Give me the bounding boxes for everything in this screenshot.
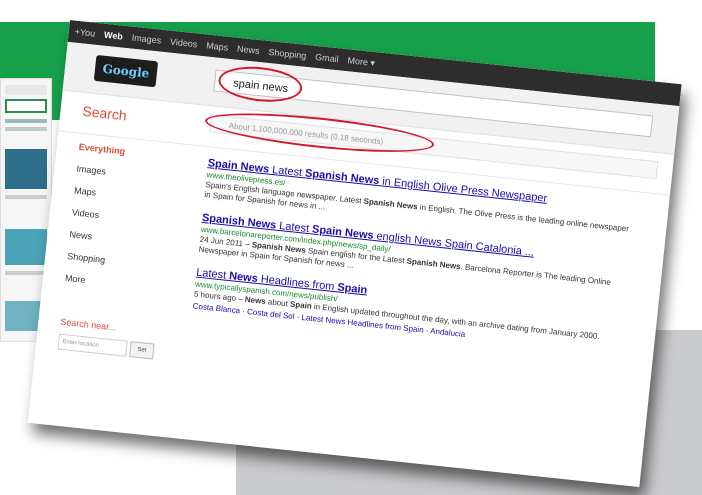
thumb-photo [5, 229, 47, 265]
thumb-line [5, 195, 47, 199]
nav-images[interactable]: Images [131, 33, 161, 46]
thumb-line [5, 119, 47, 123]
sidebar-item-videos[interactable]: Videos [71, 207, 171, 227]
nav-you[interactable]: +You [74, 27, 95, 39]
sidebar-item-maps[interactable]: Maps [74, 185, 174, 205]
thumb-banner [5, 99, 47, 113]
nav-news[interactable]: News [237, 44, 260, 56]
google-logo[interactable]: Google [93, 54, 159, 88]
nav-web[interactable]: Web [104, 30, 124, 42]
sidebar-item-everything[interactable]: Everything [78, 142, 178, 162]
nav-maps[interactable]: Maps [206, 40, 229, 52]
nav-gmail[interactable]: Gmail [315, 52, 339, 64]
set-location-button[interactable]: Set [129, 340, 155, 360]
nav-shopping[interactable]: Shopping [268, 47, 307, 61]
thumb-line [5, 127, 47, 131]
location-input[interactable]: Enter location [57, 333, 128, 357]
sidebar-item-more[interactable]: More [64, 273, 164, 293]
location-form: Enter locationSet [57, 333, 158, 361]
search-title: Search [81, 102, 128, 124]
search-sidebar: Everything Images Maps Videos News Shopp… [57, 142, 178, 361]
nav-videos[interactable]: Videos [170, 37, 198, 50]
results-list: Spain News Latest Spanish News in Englis… [191, 157, 636, 367]
thumb-line [5, 271, 47, 275]
sidebar-item-shopping[interactable]: Shopping [67, 251, 167, 271]
search-results-screenshot: +You Web Images Videos Maps News Shoppin… [27, 20, 682, 488]
thumb-photo [5, 149, 47, 189]
thumb-header [5, 85, 47, 95]
sidebar-item-news[interactable]: News [69, 229, 169, 249]
nav-more[interactable]: More ▾ [347, 55, 375, 69]
sidebar-item-images[interactable]: Images [76, 164, 176, 184]
